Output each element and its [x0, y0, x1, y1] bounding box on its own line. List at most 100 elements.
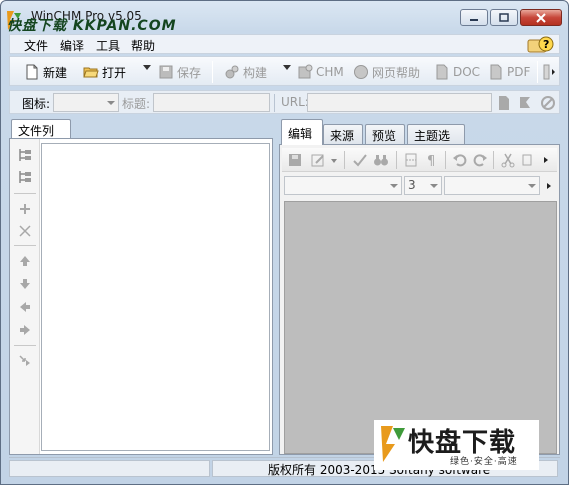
save-disk-icon	[159, 65, 173, 79]
build-gears-icon	[225, 65, 239, 79]
pdf-label: PDF	[507, 65, 531, 79]
arrow-left-icon[interactable]	[17, 299, 33, 315]
arrow-right-icon[interactable]	[17, 322, 33, 338]
maximize-button[interactable]	[490, 9, 518, 26]
minimize-icon	[470, 18, 478, 21]
edit-pencil-icon[interactable]	[310, 152, 326, 168]
format-bar: 3	[282, 174, 557, 198]
bookmark-icon[interactable]	[518, 95, 532, 111]
arrow-down-icon[interactable]	[17, 276, 33, 292]
font-size-value: 3	[408, 178, 416, 192]
move-icon[interactable]	[17, 353, 33, 369]
kuaipan-logo-icon	[381, 426, 405, 462]
open-label: 打开	[102, 65, 127, 80]
editor-content-area[interactable]	[284, 201, 557, 454]
watermark-logo: 快盘下载 绿色·安全·高速	[374, 420, 539, 470]
status-cell-left	[9, 460, 210, 477]
close-button[interactable]	[520, 9, 562, 26]
build-label: 构建	[243, 65, 268, 80]
maximize-icon	[499, 13, 509, 22]
tab-edit[interactable]: 编辑	[281, 119, 323, 145]
tab-preview[interactable]: 预览	[365, 124, 405, 144]
edit-dropdown-arrow[interactable]	[331, 159, 337, 163]
undo-icon[interactable]	[452, 152, 468, 168]
add-icon[interactable]	[17, 201, 33, 217]
arrow-up-icon[interactable]	[17, 253, 33, 269]
icon-combobox[interactable]	[53, 93, 119, 112]
cut-scissors-icon[interactable]	[500, 152, 516, 168]
new-document-icon	[26, 64, 38, 80]
save-disk-icon[interactable]	[287, 152, 303, 168]
build-button[interactable]: 构建	[224, 62, 267, 82]
open-dropdown-arrow[interactable]	[143, 65, 151, 70]
page-break-icon[interactable]	[403, 152, 419, 168]
font-size-combobox[interactable]: 3	[404, 176, 442, 195]
tree-expand-icon[interactable]	[17, 147, 33, 163]
build-dropdown-arrow[interactable]	[283, 65, 291, 70]
format-bar-overflow[interactable]	[544, 180, 554, 192]
doc-file-icon	[436, 64, 448, 80]
clear-icon[interactable]	[540, 95, 556, 111]
new-label: 新建	[43, 65, 68, 80]
chevron-right-icon	[547, 183, 551, 189]
title-input[interactable]	[153, 93, 270, 112]
pdf-file-icon	[490, 64, 502, 80]
app-window: WinCHM Pro v5.05 快盘下载 KKPAN.COM 文件 编译 工具…	[0, 0, 569, 485]
icon-label: 图标:	[22, 97, 51, 111]
chm-button[interactable]: CHM	[297, 62, 344, 82]
open-folder-icon	[83, 67, 99, 78]
save-label: 保存	[177, 65, 202, 80]
webhelp-label: 网页帮助	[372, 65, 421, 80]
chm-book-icon	[298, 64, 313, 79]
url-label: URL:	[281, 95, 309, 109]
svg-text:?: ?	[543, 38, 549, 51]
menu-help[interactable]: 帮助	[131, 37, 155, 54]
close-icon	[536, 12, 546, 23]
menu-file[interactable]: 文件	[24, 37, 48, 54]
help-question-icon[interactable]: ?	[525, 35, 555, 54]
chevron-down-icon	[107, 101, 115, 105]
toolbar-overflow-button[interactable]	[543, 63, 557, 81]
chevron-right-icon	[544, 157, 548, 163]
copy-icon[interactable]	[522, 152, 532, 168]
title-label: 标题:	[122, 97, 151, 111]
file-list-side-toolbar	[10, 139, 40, 454]
url-input[interactable]	[307, 93, 492, 112]
editor-toolbar: ¶	[282, 148, 557, 172]
save-button[interactable]: 保存	[158, 62, 201, 82]
editor-panel: 编辑 来源 预览 主题选项 ¶	[279, 119, 560, 455]
file-list-tree[interactable]	[41, 143, 270, 451]
watermark-tagline: 绿色·安全·高速	[450, 457, 518, 467]
doc-label: DOC	[453, 65, 481, 79]
delete-icon[interactable]	[17, 223, 33, 239]
tab-file-list[interactable]: 文件列表	[11, 119, 71, 155]
new-button[interactable]: 新建	[24, 62, 67, 82]
globe-icon	[354, 65, 368, 79]
menu-bar: 文件 编译 工具 帮助 ?	[9, 34, 560, 54]
chm-label: CHM	[316, 65, 344, 79]
watermark-title-text: 快盘下载 KKPAN.COM	[7, 18, 177, 34]
menu-compile[interactable]: 编译	[60, 37, 84, 54]
file-list-panel: 文件列表	[9, 119, 273, 455]
redo-icon[interactable]	[472, 152, 488, 168]
property-bar: 图标: 标题: URL:	[9, 90, 560, 114]
doc-button[interactable]: DOC	[434, 62, 480, 82]
menu-tools[interactable]: 工具	[96, 37, 120, 54]
paragraph-style-combobox[interactable]	[444, 176, 540, 195]
tab-source[interactable]: 来源	[323, 124, 363, 144]
tree-collapse-icon[interactable]	[17, 169, 33, 185]
page-icon[interactable]	[497, 95, 511, 111]
main-toolbar: 新建 打开 保存 构建 CHM 网页帮助 DOC PDF	[9, 56, 560, 86]
minimize-button[interactable]	[460, 9, 488, 26]
webhelp-button[interactable]: 网页帮助	[353, 62, 420, 82]
editor-container: ¶ 3	[279, 144, 560, 455]
pdf-button[interactable]: PDF	[488, 62, 530, 82]
paragraph-mark-icon[interactable]: ¶	[424, 152, 440, 168]
svg-text:¶: ¶	[427, 154, 435, 168]
font-name-combobox[interactable]	[284, 176, 402, 195]
find-binoculars-icon[interactable]	[373, 152, 389, 168]
spell-check-icon[interactable]	[352, 152, 368, 168]
tab-topic-options[interactable]: 主题选项	[407, 124, 465, 160]
open-button[interactable]: 打开	[83, 62, 126, 82]
editor-toolbar-overflow[interactable]	[540, 152, 552, 168]
